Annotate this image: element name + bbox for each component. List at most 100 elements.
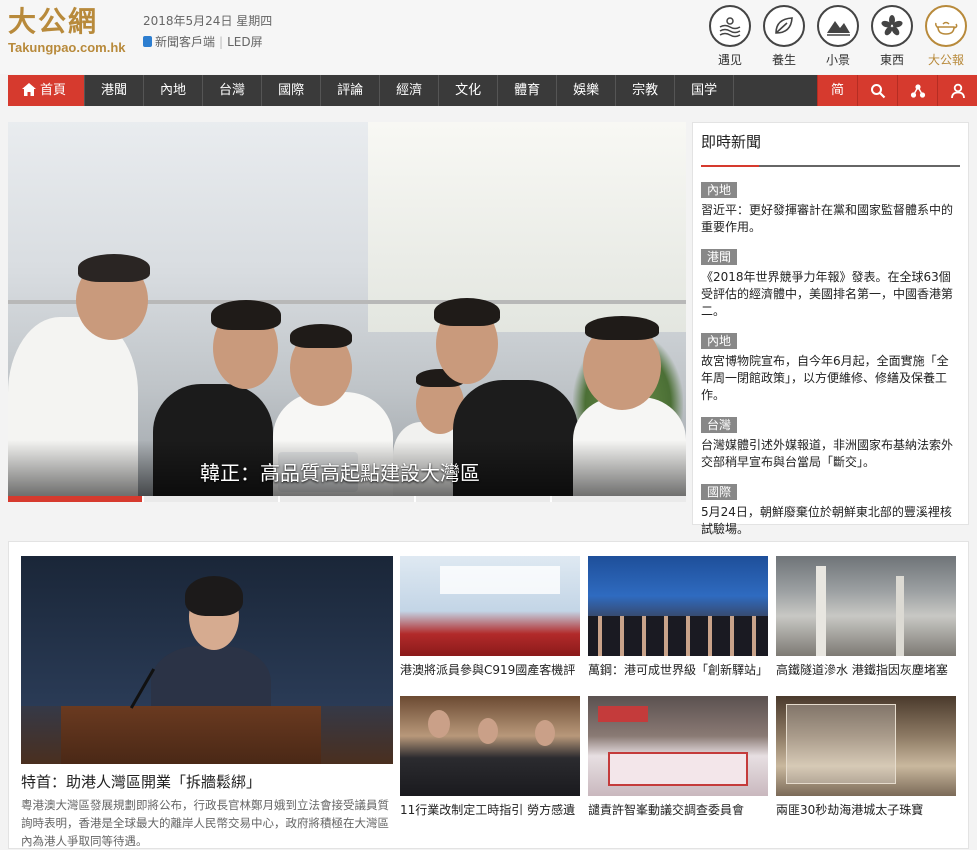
led-screen-link[interactable]: LED屏 [227, 34, 263, 50]
phone-icon [143, 36, 152, 47]
list-item[interactable]: 台灣 台灣媒體引述外媒報道，非洲國家布基納法索外交部稍早宣布與台當局「斷交」。 [701, 414, 960, 471]
nav-item-culture[interactable]: 文化 [439, 75, 499, 106]
news-text[interactable]: 5月24日，朝鮮廢棄位於朝鮮東北部的豐溪裡核試驗場。 [701, 504, 960, 538]
nav-item-taiwan[interactable]: 台灣 [203, 75, 263, 106]
news-card[interactable]: 高鐵隧道滲水 港鐵指因灰塵堵塞 [776, 556, 956, 678]
news-card-title[interactable]: 11行業改制定工時指引 勞方感遺 [400, 802, 580, 818]
hero-slider[interactable]: 韓正：高品質高起點建設大灣區 [8, 122, 686, 502]
news-card[interactable]: 萬鋼：港可成世界級「創新驛站」 [588, 556, 768, 678]
photo-figure-head [428, 710, 450, 738]
list-item[interactable]: 內地 習近平：更好發揮審計在黨和國家監督體系中的重要作用。 [701, 179, 960, 236]
photo-banner [440, 566, 560, 594]
photo-placard [608, 752, 748, 786]
search-icon [870, 83, 885, 98]
photo-figure-head [478, 718, 498, 744]
logo-chinese: 大公網 [8, 5, 99, 38]
news-card-photo [400, 556, 580, 656]
instant-news-list: 內地 習近平：更好發揮審計在黨和國家監督體系中的重要作用。 港聞 《2018年世… [701, 179, 960, 538]
category-tag[interactable]: 台灣 [701, 417, 738, 433]
hero-slide-indicator[interactable] [8, 496, 142, 502]
hero-slide-indicator[interactable] [416, 496, 550, 502]
logo-english: Takungpao.com.hk [8, 40, 126, 55]
channel-shortcuts: 遇见 養生 小景 東西 大公報 [709, 5, 967, 68]
hero-pagination [8, 496, 686, 502]
nav-item-sinology[interactable]: 国学 [675, 75, 735, 106]
news-text[interactable]: 《2018年世界競爭力年報》發表。在全球63個受評估的經濟體中，美國排名第一，中… [701, 269, 960, 320]
user-button[interactable] [937, 75, 977, 106]
hero-figure-hair [434, 298, 500, 326]
news-text[interactable]: 故宮博物院宣布，自今年6月起，全面實施「全年周一閉館政策」，以方便維修、修繕及保… [701, 353, 960, 404]
nav-item-international[interactable]: 國際 [262, 75, 322, 106]
channel-takungpao[interactable]: 大公報 [925, 5, 967, 68]
nav-item-hk[interactable]: 港聞 [85, 75, 145, 106]
category-tag[interactable]: 內地 [701, 333, 738, 349]
featured-description: 粵港澳大灣區發展規劃即將公布，行政長官林鄭月娥到立法會接受議員質詢時表明，香港是… [21, 798, 389, 848]
nav-item-home[interactable]: 首頁 [8, 75, 86, 106]
featured-photo [21, 556, 393, 764]
news-grid: 特首：助港人灣區開業「拆牆鬆綁」 粵港澳大灣區發展規劃即將公布，行政長官林鄭月娥… [8, 541, 969, 849]
featured-story[interactable]: 特首：助港人灣區開業「拆牆鬆綁」 粵港澳大灣區發展規劃即將公布，行政長官林鄭月娥… [21, 556, 393, 850]
mobile-client-link[interactable]: 新聞客戶端 [143, 34, 215, 50]
channel-xiaojing[interactable]: 小景 [817, 5, 859, 68]
list-item[interactable]: 國際 5月24日，朝鮮廢棄位於朝鮮東北部的豐溪裡核試驗場。 [701, 481, 960, 538]
nav-item-religion[interactable]: 宗教 [616, 75, 676, 106]
user-icon [950, 83, 965, 98]
news-card-title[interactable]: 譴責許智峯動議交調查委員會 [588, 802, 768, 818]
photo-figure-head [535, 720, 555, 746]
photo-showcase [786, 704, 896, 784]
date-box: 2018年5月24日 星期四 新聞客戶端 | LED屏 [143, 12, 272, 50]
hero-figure-hair [290, 324, 352, 348]
news-card-photo [776, 556, 956, 656]
hero-slide-indicator[interactable] [280, 496, 414, 502]
news-card-photo [400, 696, 580, 796]
news-text[interactable]: 台灣媒體引述外媒報道，非洲國家布基納法索外交部稍早宣布與台當局「斷交」。 [701, 437, 960, 471]
site-header: 大公網 Takungpao.com.hk 2018年5月24日 星期四 新聞客戶… [0, 0, 977, 74]
water-waves-icon [709, 5, 751, 47]
news-card[interactable]: 港澳將派員參與C919國產客機評 [400, 556, 580, 678]
hero-slide-indicator[interactable] [552, 496, 686, 502]
category-tag[interactable]: 國際 [701, 484, 738, 500]
list-item[interactable]: 港聞 《2018年世界競爭力年報》發表。在全球63個受評估的經濟體中，美國排名第… [701, 246, 960, 320]
mobile-client-label: 新聞客戶端 [155, 35, 216, 49]
news-card-title[interactable]: 萬鋼：港可成世界級「創新驛站」 [588, 662, 768, 678]
current-date: 2018年5月24日 星期四 [143, 14, 273, 28]
news-card-title[interactable]: 港澳將派員參與C919國產客機評 [400, 662, 580, 678]
share-button[interactable] [897, 75, 937, 106]
bauhinia-icon [871, 5, 913, 47]
list-item[interactable]: 內地 故宮博物院宣布，自今年6月起，全面實施「全年周一閉館政策」，以方便維修、修… [701, 330, 960, 404]
news-card-photo [776, 696, 956, 796]
photo-pillar [816, 566, 826, 656]
instant-news-panel: 即時新聞 內地 習近平：更好發揮審計在黨和國家監督體系中的重要作用。 港聞 《2… [692, 122, 969, 536]
nav-label: 首頁 [40, 83, 67, 98]
nav-item-economy[interactable]: 經濟 [380, 75, 440, 106]
news-text[interactable]: 習近平：更好發揮審計在黨和國家監督體系中的重要作用。 [701, 202, 960, 236]
nav-item-sports[interactable]: 體育 [498, 75, 558, 106]
home-icon [22, 83, 36, 96]
site-logo[interactable]: 大公網 Takungpao.com.hk [8, 6, 128, 62]
news-card[interactable]: 譴責許智峯動議交調查委員會 [588, 696, 768, 818]
simplified-chinese-button[interactable]: 简 [817, 75, 857, 106]
nav-item-commentary[interactable]: 評論 [321, 75, 381, 106]
news-card-title[interactable]: 高鐵隧道滲水 港鐵指因灰塵堵塞 [776, 662, 956, 678]
hero-title[interactable]: 韓正：高品質高起點建設大灣區 [200, 457, 480, 486]
news-card[interactable]: 兩匪30秒劫海港城太子珠寶 [776, 696, 956, 818]
photo-audience [588, 616, 768, 656]
channel-dongxi[interactable]: 東西 [871, 5, 913, 68]
category-tag[interactable]: 港聞 [701, 249, 738, 265]
featured-title[interactable]: 特首：助港人灣區開業「拆牆鬆綁」 [21, 772, 393, 792]
hero-figure-hair [78, 254, 150, 282]
news-card[interactable]: 11行業改制定工時指引 勞方感遺 [400, 696, 580, 818]
hero-figure-hair [585, 316, 659, 340]
leaf-icon [763, 5, 805, 47]
news-card-title[interactable]: 兩匪30秒劫海港城太子珠寶 [776, 802, 956, 818]
photo-pillar [896, 576, 904, 656]
nav-item-entertainment[interactable]: 娛樂 [557, 75, 617, 106]
hero-slide-indicator[interactable] [144, 496, 278, 502]
channel-yujian[interactable]: 遇见 [709, 5, 751, 68]
search-button[interactable] [857, 75, 897, 106]
photo-placard [598, 706, 648, 722]
nav-item-mainland[interactable]: 內地 [144, 75, 204, 106]
news-card-photo [588, 696, 768, 796]
category-tag[interactable]: 內地 [701, 182, 738, 198]
channel-yangsheng[interactable]: 養生 [763, 5, 805, 68]
